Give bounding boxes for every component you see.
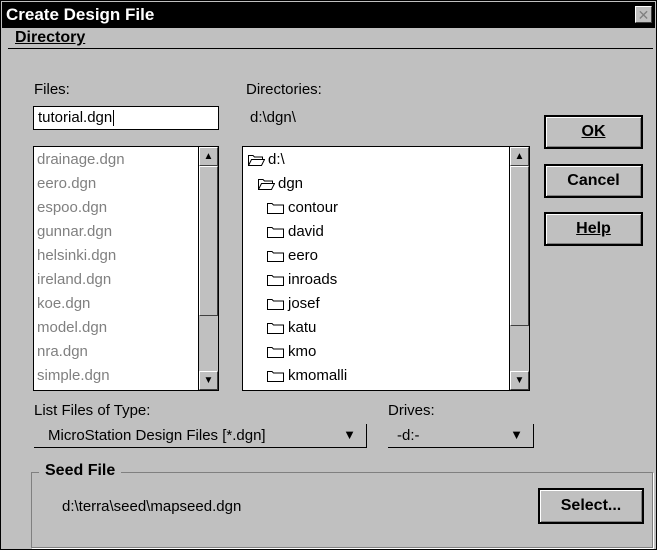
chevron-down-icon[interactable]: ▼ <box>510 427 523 442</box>
directory-item[interactable]: inroads <box>288 270 337 290</box>
cancel-button[interactable]: Cancel <box>544 164 643 198</box>
list-item[interactable]: drainage.dgn <box>37 150 125 170</box>
directory-item[interactable]: contour <box>288 198 338 218</box>
directory-item[interactable]: d:\ <box>268 150 285 170</box>
filename-input-value: tutorial.dgn <box>38 109 113 126</box>
folder-icon <box>267 251 284 262</box>
files-listbox[interactable]: drainage.dgn eero.dgn espoo.dgn gunnar.d… <box>33 146 219 391</box>
scroll-thumb[interactable] <box>510 166 529 326</box>
files-label: Files: <box>34 81 70 98</box>
list-item[interactable]: nra.dgn <box>37 342 88 362</box>
folder-icon <box>267 347 284 358</box>
directory-item[interactable]: dgn <box>278 174 303 194</box>
open-folder-icon <box>248 155 265 166</box>
files-scrollbar[interactable]: ▲ ▼ <box>198 147 218 390</box>
file-type-select[interactable]: MicroStation Design Files [*.dgn] ▼ <box>34 424 367 448</box>
close-icon[interactable]: ✕ <box>635 6 652 23</box>
folder-icon <box>267 203 284 214</box>
folder-icon <box>267 371 284 382</box>
text-caret <box>113 110 115 127</box>
folder-icon <box>267 275 284 286</box>
list-item[interactable]: model.dgn <box>37 318 107 338</box>
chevron-down-icon[interactable]: ▼ <box>343 427 356 442</box>
select-button[interactable]: Select... <box>538 488 644 524</box>
directory-item[interactable]: david <box>288 222 324 242</box>
list-item[interactable]: helsinki.dgn <box>37 246 116 266</box>
directory-item[interactable]: kmomalli <box>288 366 347 386</box>
filename-input[interactable]: tutorial.dgn <box>33 106 219 130</box>
select-button-label: Select... <box>560 497 622 514</box>
list-item[interactable]: koe.dgn <box>37 294 90 314</box>
folder-icon <box>267 299 284 310</box>
list-item[interactable]: gunnar.dgn <box>37 222 112 242</box>
cancel-button-label: Cancel <box>567 172 620 189</box>
list-item[interactable]: simple.dgn <box>37 366 110 386</box>
drives-select[interactable]: -d:- ▼ <box>388 424 534 448</box>
open-folder-icon <box>258 179 275 190</box>
create-design-file-dialog: Create Design File ✕ Directory Files: tu… <box>0 0 657 550</box>
menu-directory[interactable]: Directory <box>15 29 85 47</box>
directory-item[interactable]: josef <box>288 294 320 314</box>
ok-button-label: OK <box>581 123 606 140</box>
scroll-down-icon[interactable]: ▼ <box>199 371 218 390</box>
directory-item[interactable]: kmo <box>288 342 316 362</box>
directory-item[interactable]: katu <box>288 318 316 338</box>
list-item[interactable]: ireland.dgn <box>37 270 111 290</box>
ok-button[interactable]: OK <box>544 115 643 149</box>
help-button[interactable]: Help <box>544 212 643 246</box>
seed-file-path: d:\terra\seed\mapseed.dgn <box>62 498 242 515</box>
scroll-down-icon[interactable]: ▼ <box>510 371 529 390</box>
menu-bar: Directory <box>2 28 655 50</box>
file-type-label: List Files of Type: <box>34 402 151 419</box>
title-bar: Create Design File ✕ <box>2 2 655 28</box>
directories-listbox[interactable]: d:\ dgn contour david eero inroads josef… <box>242 146 530 391</box>
scroll-up-icon[interactable]: ▲ <box>199 147 218 166</box>
directories-label: Directories: <box>246 81 322 98</box>
drives-label: Drives: <box>388 402 435 419</box>
list-item[interactable]: eero.dgn <box>37 174 96 194</box>
directory-item[interactable]: eero <box>288 246 318 266</box>
directories-scrollbar[interactable]: ▲ ▼ <box>509 147 529 390</box>
current-directory-path: d:\dgn\ <box>250 109 296 126</box>
folder-icon <box>267 323 284 334</box>
seed-file-label: Seed File <box>39 462 122 480</box>
scroll-up-icon[interactable]: ▲ <box>510 147 529 166</box>
menu-divider <box>8 48 653 49</box>
file-type-value: MicroStation Design Files [*.dgn] <box>48 427 266 444</box>
drives-value: -d:- <box>397 427 420 444</box>
help-button-label: Help <box>576 220 611 237</box>
dialog-title: Create Design File <box>6 5 155 24</box>
scroll-thumb[interactable] <box>199 166 218 316</box>
list-item[interactable]: espoo.dgn <box>37 198 107 218</box>
folder-icon <box>267 227 284 238</box>
